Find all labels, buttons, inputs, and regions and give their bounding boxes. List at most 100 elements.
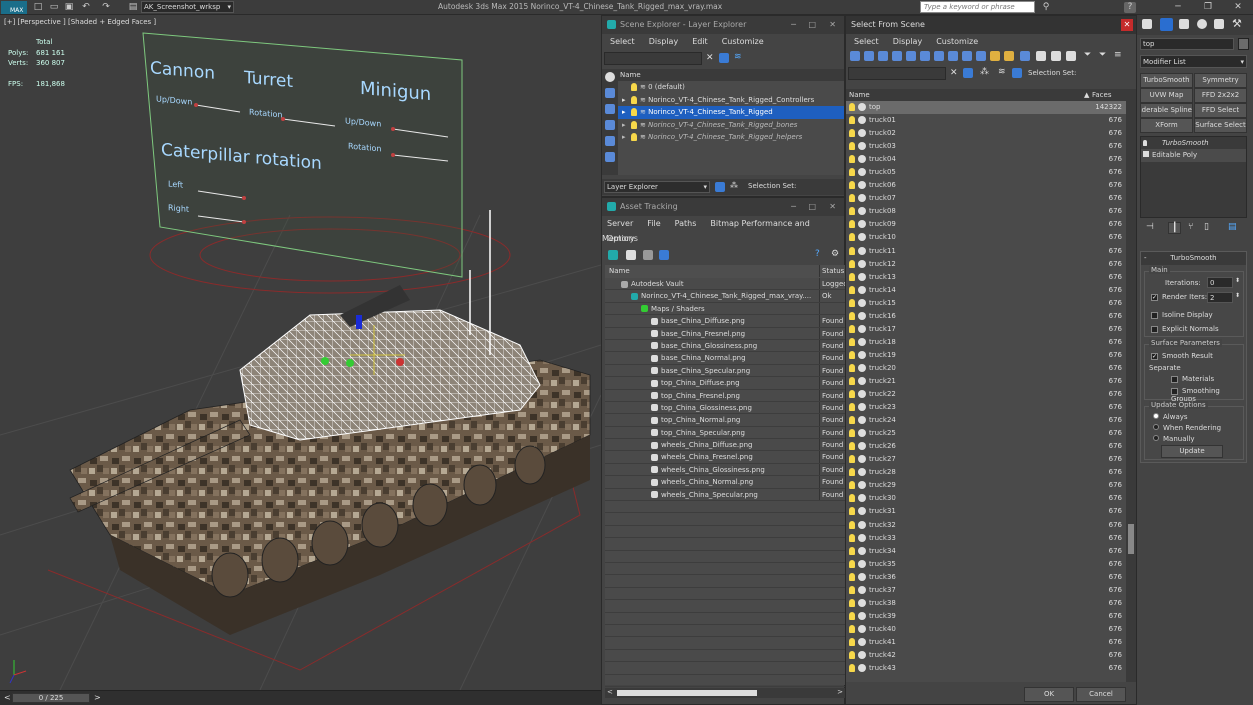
manually-radio[interactable] [1153,435,1159,441]
freeze-icon[interactable] [858,546,866,555]
materials-checkbox[interactable] [1171,375,1178,383]
layer-icon[interactable]: ≋ [734,52,742,62]
filter-spacewarps-icon[interactable] [920,51,930,61]
always-radio[interactable] [1153,413,1159,419]
freeze-icon[interactable] [858,181,866,190]
object-row[interactable]: truck18 676 [846,336,1126,349]
object-row[interactable]: truck37 676 [846,584,1126,597]
object-row[interactable]: truck12 676 [846,258,1126,271]
freeze-icon[interactable] [858,129,866,138]
object-row[interactable]: top 142322 [846,101,1126,115]
asset-row[interactable]: top_China_Fresnel.png Found [605,389,845,402]
project-dropdown[interactable]: AK_Screenshot_wrksp ▾ [141,1,234,13]
display-geometry-icon[interactable] [605,88,615,98]
object-row[interactable]: truck24 676 [846,414,1126,427]
close-icon[interactable]: ✕ [829,16,836,34]
bulb-icon[interactable] [849,259,855,268]
clear-search-icon[interactable]: ✕ [706,53,714,63]
object-row[interactable]: truck19 676 [846,349,1126,362]
filter-cameras-icon[interactable] [892,51,902,61]
bulb-icon[interactable] [849,390,855,399]
asset-row[interactable]: wheels_China_Diffuse.png Found [605,439,845,452]
undo-icon[interactable]: ↶ [80,2,92,13]
bulb-icon[interactable] [849,181,855,190]
object-row[interactable]: truck08 676 [846,205,1126,218]
asset-row[interactable]: base_China_Glossiness.png Found [605,339,845,353]
freeze-icon[interactable] [858,259,866,268]
layer-row[interactable]: ▸ ≋ Norinco_VT-4_Chinese_Tank_Rigged [618,106,844,119]
timeline-prev-icon[interactable]: < [4,693,11,702]
object-row[interactable]: truck09 676 [846,218,1126,231]
object-color-swatch[interactable] [1238,38,1249,50]
turbosmooth-button[interactable]: TurboSmooth [1140,73,1193,88]
scroll-thumb[interactable] [1128,524,1134,554]
tree-view-icon[interactable] [643,250,653,260]
object-row[interactable]: truck23 676 [846,401,1126,414]
object-row[interactable]: truck02 676 [846,127,1126,140]
app-logo[interactable]: MAX [1,1,27,14]
bulb-icon[interactable] [849,337,855,346]
freeze-icon[interactable] [858,103,866,111]
project-icon[interactable]: ▤ [127,2,139,13]
object-row[interactable]: truck27 676 [846,453,1126,466]
filter-helpers-icon[interactable] [906,51,916,61]
bulb-icon[interactable] [849,533,855,542]
modify-tab-icon[interactable] [1160,18,1173,31]
bulb-icon[interactable] [849,664,855,673]
bulb-icon[interactable] [849,611,855,620]
freeze-icon[interactable] [858,416,866,425]
object-row[interactable]: truck36 676 [846,571,1126,584]
menu-options[interactable]: Options [607,234,638,243]
filter-shapes-icon[interactable] [864,51,874,61]
remove-modifier-icon[interactable]: ▯ [1204,222,1209,232]
hierarchy-icon[interactable] [1012,68,1022,78]
bulb-icon[interactable] [849,416,855,425]
render-iters-spinner[interactable]: 2 [1207,292,1233,303]
object-row[interactable]: truck03 676 [846,140,1126,153]
expand-icon[interactable]: ▸ [622,131,631,143]
menu-display[interactable]: Display [649,37,679,46]
smooth-result-checkbox[interactable]: ✓ [1151,352,1158,360]
filter-bones-icon[interactable] [962,51,972,61]
freeze-icon[interactable] [858,403,866,412]
menu-customize[interactable]: Customize [936,37,978,46]
perspective-viewport[interactable]: [+] [Perspective ] [Shaded + Edged Faces… [0,15,601,690]
layer-row[interactable]: ≋ 0 (default) [618,81,844,93]
object-row[interactable]: truck13 676 [846,271,1126,284]
help-icon[interactable]: ? [1124,2,1136,13]
bulb-icon[interactable] [849,442,855,451]
menu-display[interactable]: Display [893,37,923,46]
bulb-icon[interactable] [1143,140,1147,146]
layer-list-header[interactable]: Name [618,69,844,82]
object-name-field[interactable]: top [1140,38,1234,50]
bulb-icon[interactable] [849,207,855,216]
menu-select[interactable]: Select [610,37,635,46]
display-helpers-icon[interactable] [605,152,615,162]
spinner-arrows-icon[interactable]: ⬍ [1235,292,1240,299]
binoculars-icon[interactable]: ⚲ [1040,2,1052,13]
object-row[interactable]: truck20 676 [846,362,1126,375]
bulb-icon[interactable] [849,468,855,477]
pin-stack-icon[interactable]: ⊣ [1146,222,1154,232]
freeze-icon[interactable] [858,337,866,346]
ffd-2x2x2-button[interactable]: FFD 2x2x2 [1194,88,1247,103]
bulb-icon[interactable] [849,429,855,438]
timeline[interactable]: < 0 / 225 > [0,690,601,705]
open-file-icon[interactable]: ▭ [48,2,60,13]
object-row[interactable]: truck07 676 [846,192,1126,205]
when-rendering-radio[interactable] [1153,424,1159,430]
freeze-icon[interactable] [858,650,866,659]
scroll-right-icon[interactable]: > [837,688,843,696]
modifier-list-dropdown[interactable]: Modifier List ▾ [1140,55,1247,68]
menu-server[interactable]: Server [607,219,633,228]
display-none-icon[interactable] [605,72,615,82]
minimize-icon[interactable]: ─ [791,16,796,34]
freeze-icon[interactable] [858,598,866,607]
cancel-button[interactable]: Cancel [1076,687,1126,702]
freeze-icon[interactable] [858,285,866,294]
object-row[interactable]: truck28 676 [846,466,1126,479]
freeze-icon[interactable] [858,494,866,503]
freeze-icon[interactable] [858,533,866,542]
asset-tracking-titlebar[interactable]: Asset Tracking ─ □ ✕ [602,198,844,216]
bulb-icon[interactable] [849,285,855,294]
